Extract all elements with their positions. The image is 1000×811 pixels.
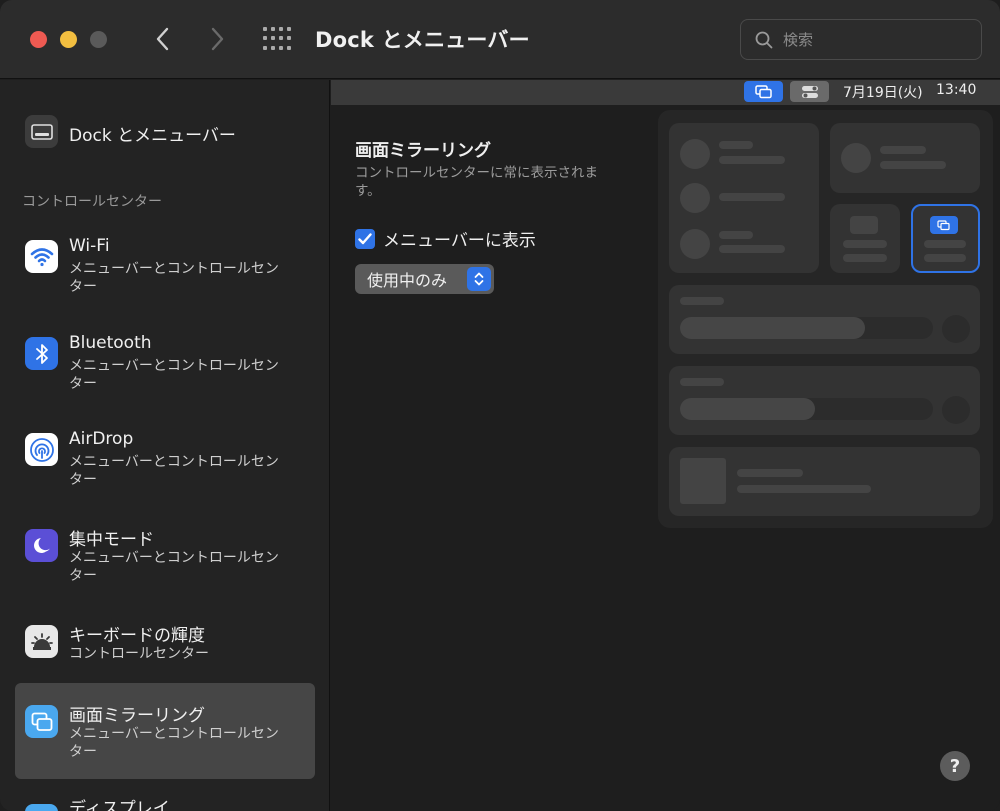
sidebar-item-label: 集中モード <box>69 530 154 550</box>
help-button[interactable]: ? <box>940 751 970 781</box>
search-icon <box>755 31 773 48</box>
show-all-grid-button[interactable] <box>263 27 293 51</box>
show-mode-select-value: 使用中のみ <box>367 271 448 290</box>
section-title: 画面ミラーリング <box>355 141 491 161</box>
forward-button[interactable] <box>204 24 232 54</box>
checkmark-icon <box>358 232 372 244</box>
search-input[interactable] <box>783 30 963 49</box>
search-field[interactable] <box>740 19 982 60</box>
menubar-date: 7月19日(火) <box>843 85 923 101</box>
airdrop-icon <box>25 433 58 466</box>
display-icon <box>25 804 58 811</box>
screen-mirroring-icon <box>937 219 950 230</box>
system-preferences-window: Dock とメニューバー Dock とメニューバー コントロールセンター Wi-… <box>0 0 1000 811</box>
sidebar: Dock とメニューバー コントロールセンター Wi-Fi メニューバーとコント… <box>0 80 330 811</box>
bluetooth-icon <box>25 337 58 370</box>
preview-now-playing-tile <box>669 447 980 516</box>
sidebar-item-sublabel: メニューバーとコントロールセンター <box>69 726 279 760</box>
sidebar-item-bluetooth[interactable]: Bluetooth メニューバーとコントロールセンター <box>15 325 315 401</box>
show-mode-select[interactable]: 使用中のみ <box>355 264 494 294</box>
menubar-time: 13:40 <box>936 82 977 98</box>
preview-focus-tile <box>830 123 980 193</box>
updown-chevron-icon <box>467 267 491 291</box>
sidebar-item-screen-mirroring[interactable]: 画面ミラーリング メニューバーとコントロールセンター <box>15 683 315 779</box>
window-title: Dock とメニューバー <box>315 28 530 52</box>
minimize-window-button[interactable] <box>60 31 77 48</box>
sidebar-item-label: キーボードの輝度 <box>69 626 205 646</box>
close-window-button[interactable] <box>30 31 47 48</box>
screen-mirroring-icon <box>25 705 58 738</box>
sidebar-item-keyboard-brightness[interactable]: キーボードの輝度 コントロールセンター <box>15 613 315 673</box>
sidebar-item-sublabel: メニューバーとコントロールセンター <box>69 358 279 392</box>
sidebar-item-airdrop[interactable]: AirDrop メニューバーとコントロールセンター <box>15 421 315 497</box>
back-button[interactable] <box>148 24 176 54</box>
moon-icon <box>25 529 58 562</box>
preview-keyboard-tile <box>830 204 900 273</box>
preview-screen-mirroring-tile <box>911 204 980 273</box>
preview-display-slider-tile <box>669 285 980 354</box>
section-description: コントロールセンターに常に表示されます。 <box>355 165 598 199</box>
wifi-icon <box>25 240 58 273</box>
menubar-screen-mirroring-icon <box>744 81 783 102</box>
show-in-menubar-label[interactable]: メニューバーに表示 <box>383 226 536 251</box>
sidebar-item-sublabel: メニューバーとコントロールセンター <box>69 261 279 295</box>
preview-sound-slider-tile <box>669 366 980 435</box>
show-in-menubar-checkbox[interactable] <box>355 228 375 249</box>
title-bar: Dock とメニューバー <box>0 0 1000 79</box>
sidebar-item-label: Wi-Fi <box>69 236 110 256</box>
sidebar-item-sublabel: メニューバーとコントロールセンター <box>69 454 279 488</box>
sidebar-item-dock-menubar[interactable]: Dock とメニューバー <box>15 110 315 154</box>
zoom-window-button[interactable] <box>90 31 107 48</box>
sidebar-item-sublabel: メニューバーとコントロールセンター <box>69 550 279 584</box>
show-in-menubar-row: メニューバーに表示 <box>355 226 536 251</box>
section-header-control-center: コントロールセンター <box>22 194 162 210</box>
sidebar-item-label: ディスプレイ <box>69 799 170 811</box>
chevron-right-icon <box>211 27 224 51</box>
control-center-preview <box>658 110 993 528</box>
menubar-preview: 7月19日(火) 13:40 <box>331 80 1000 105</box>
sidebar-item-display[interactable]: ディスプレイ <box>15 790 315 811</box>
sidebar-item-label: Dock とメニューバー <box>69 126 236 146</box>
keyboard-brightness-icon <box>25 625 58 658</box>
sidebar-item-wifi[interactable]: Wi-Fi メニューバーとコントロールセンター <box>15 228 315 304</box>
sidebar-item-focus[interactable]: 集中モード メニューバーとコントロールセンター <box>15 517 315 593</box>
main-pane: 7月19日(火) 13:40 画面ミラーリング コントロールセンターに常に表示さ… <box>331 80 1000 811</box>
sidebar-item-label: AirDrop <box>69 429 134 449</box>
preview-network-tile <box>669 123 819 273</box>
sidebar-item-label: 画面ミラーリング <box>69 706 205 726</box>
dock-icon <box>25 115 58 148</box>
sidebar-item-label: Bluetooth <box>69 333 152 353</box>
menubar-control-center-icon <box>790 81 829 102</box>
sidebar-item-sublabel: コントロールセンター <box>69 646 209 662</box>
chevron-left-icon <box>156 27 169 51</box>
